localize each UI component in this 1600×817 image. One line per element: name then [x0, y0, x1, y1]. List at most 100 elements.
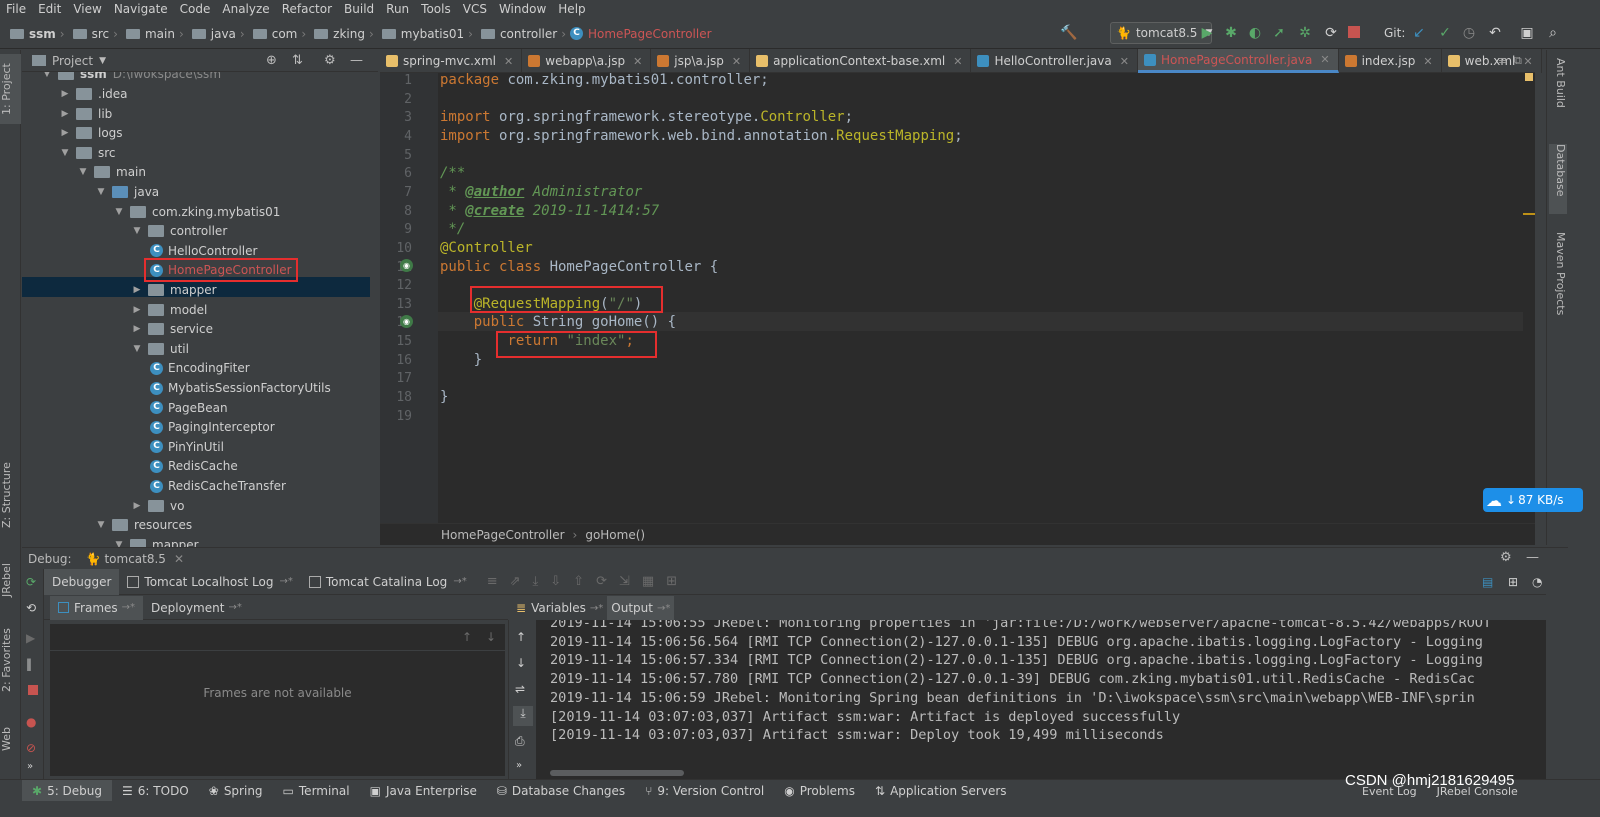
tool-window-button[interactable]: ☰ 6: TODO: [112, 780, 199, 802]
menu-build[interactable]: Build: [338, 2, 380, 16]
tabs-overflow-icon[interactable]: ≡: [1498, 54, 1507, 67]
gear-icon[interactable]: ⚙: [1500, 550, 1512, 565]
breadcrumb-item[interactable]: ssm: [6, 27, 56, 41]
search-icon[interactable]: ⌕: [1544, 24, 1562, 42]
editor-tab[interactable]: webapp\a.jsp ✕: [522, 49, 652, 73]
chevron-down-icon[interactable]: ▼: [60, 148, 70, 158]
tree-folder-item[interactable]: ▼ resources: [96, 515, 193, 535]
editor-tab[interactable]: applicationContext-base.xml ✕: [750, 49, 972, 73]
debug-session-tab[interactable]: tomcat8.5: [104, 552, 165, 566]
spring-mapping-icon[interactable]: ◉: [400, 315, 413, 328]
debug-step-icon[interactable]: ⇲: [619, 574, 630, 589]
menu-analyze[interactable]: Analyze: [216, 2, 275, 16]
menu-refactor[interactable]: Refactor: [276, 2, 338, 16]
chevron-right-icon[interactable]: ▶: [132, 285, 142, 295]
chevron-down-icon[interactable]: ▼: [114, 207, 124, 217]
arrow-down-icon[interactable]: ↓: [516, 656, 526, 670]
run-configuration-select[interactable]: 🐈 tomcat8.5 ▼: [1110, 22, 1212, 44]
close-icon[interactable]: ✕: [174, 552, 184, 566]
revert-icon[interactable]: ↶: [1486, 24, 1504, 42]
print-icon[interactable]: ⎙: [515, 734, 525, 749]
history-icon[interactable]: ◷: [1460, 24, 1478, 42]
tree-class-item[interactable]: C PageBean: [150, 398, 228, 418]
pin-icon[interactable]: →*: [657, 603, 670, 614]
frames-tab[interactable]: Frames →*: [50, 595, 144, 620]
breadcrumb-method[interactable]: goHome(): [585, 528, 645, 542]
debug-step-icon[interactable]: ⟳: [596, 574, 607, 589]
editor-tab[interactable]: index.jsp ✕: [1339, 49, 1442, 73]
spring-bean-icon[interactable]: ◉: [400, 259, 413, 272]
jrebel-run-icon[interactable]: ➚: [1270, 24, 1288, 42]
debug-step-icon[interactable]: ⊞: [666, 574, 677, 589]
breadcrumb-item[interactable]: main: [122, 27, 175, 41]
pause-icon[interactable]: ‖: [26, 657, 32, 671]
breadcrumb-item[interactable]: mybatis01: [378, 27, 464, 41]
menu-run[interactable]: Run: [380, 2, 415, 16]
debug-step-icon[interactable]: ≡: [487, 574, 498, 589]
menu-edit[interactable]: Edit: [32, 2, 67, 16]
project-view-select[interactable]: Project: [52, 54, 93, 68]
chevron-down-icon[interactable]: ▼: [78, 167, 88, 177]
console-scrollbar[interactable]: [550, 770, 684, 776]
soft-wrap-icon[interactable]: ⇌: [515, 682, 525, 696]
collapse-icon[interactable]: ⇅: [292, 53, 303, 68]
tree-folder-item[interactable]: ▶ logs: [60, 123, 123, 143]
update-icon[interactable]: ⟳: [1322, 24, 1340, 42]
jrebel-debug-icon[interactable]: ✲: [1296, 24, 1314, 42]
breadcrumb-class[interactable]: HomePageController: [441, 528, 565, 542]
tree-root[interactable]: ▼ ssm D:\iwokspace\ssm: [42, 72, 221, 84]
tree-folder-item[interactable]: ▶ .idea: [60, 84, 128, 104]
tree-folder-item[interactable]: ▼ java: [96, 182, 160, 202]
scroll-to-end-icon[interactable]: ⤓: [513, 706, 533, 726]
chevron-down-icon[interactable]: ▼: [132, 344, 142, 354]
menu-view[interactable]: View: [67, 2, 107, 16]
chevron-down-icon[interactable]: ▼: [96, 187, 106, 197]
close-icon[interactable]: ✕: [1120, 55, 1129, 68]
menu-window[interactable]: Window: [493, 2, 552, 16]
breadcrumb-item[interactable]: java: [188, 27, 236, 41]
breadcrumb-item[interactable]: src: [69, 27, 109, 41]
breadcrumb-item[interactable]: com: [249, 27, 297, 41]
tree-class-item[interactable]: C EncodingFiter: [150, 358, 250, 378]
tree-folder-item[interactable]: ▶ model: [132, 300, 208, 320]
tree-class-item[interactable]: C MybatisSessionFactoryUtils: [150, 378, 331, 398]
output-tab[interactable]: Output →*: [607, 596, 675, 620]
menu-tools[interactable]: Tools: [415, 2, 457, 16]
ant-build-tool-tab[interactable]: Ant Build: [1549, 58, 1567, 128]
tree-class-item[interactable]: C RedisCache: [150, 456, 238, 476]
gear-icon[interactable]: ⚙: [324, 53, 336, 68]
view-breakpoints-icon[interactable]: ●: [26, 715, 36, 729]
pin-icon[interactable]: →*: [228, 602, 241, 613]
arrow-down-icon[interactable]: ↓: [486, 630, 496, 644]
web-tool-tab[interactable]: Web: [0, 722, 21, 757]
git-update-icon[interactable]: ↙: [1410, 24, 1428, 42]
database-tool-tab[interactable]: Database: [1549, 144, 1567, 214]
tool-window-button[interactable]: ⛁ Database Changes: [487, 780, 635, 802]
chevron-down-icon[interactable]: ▼: [132, 226, 142, 236]
menu-navigate[interactable]: Navigate: [108, 2, 174, 16]
more-icon[interactable]: »: [516, 760, 522, 771]
rerun-icon[interactable]: ⟳: [26, 575, 36, 589]
build-icon[interactable]: 🔨: [1060, 24, 1078, 42]
close-icon[interactable]: ✕: [953, 55, 962, 68]
editor-tab[interactable]: spring-mvc.xml ✕: [380, 49, 523, 73]
chevron-right-icon[interactable]: ▶: [132, 324, 142, 334]
tree-folder-item[interactable]: ▼ main: [78, 162, 146, 182]
chevron-right-icon[interactable]: ▶: [60, 89, 70, 99]
chevron-down-icon[interactable]: ▼: [96, 520, 106, 530]
tool-window-button[interactable]: ❀ Spring: [199, 780, 273, 802]
tree-folder-item[interactable]: ▼ com.zking.mybatis01: [114, 202, 281, 222]
arrow-up-icon[interactable]: ↑: [516, 630, 526, 644]
hide-icon[interactable]: —: [1526, 550, 1539, 565]
close-icon[interactable]: ✕: [504, 55, 513, 68]
chevron-right-icon[interactable]: ▶: [132, 501, 142, 511]
pin-icon[interactable]: →*: [279, 576, 292, 587]
tree-folder-item[interactable]: ▶ mapper: [132, 280, 217, 300]
resume-icon[interactable]: ▶: [26, 631, 35, 645]
pin-icon[interactable]: →*: [590, 603, 603, 614]
editor-tab[interactable]: HelloController.java ✕: [971, 49, 1138, 73]
frames-tab[interactable]: Deployment →*: [143, 596, 250, 620]
tree-folder-item[interactable]: ▶ vo: [132, 496, 185, 516]
tree-class-item[interactable]: C PagingInterceptor: [150, 417, 275, 437]
output-tab[interactable]: ≣ Variables →*: [512, 596, 607, 620]
